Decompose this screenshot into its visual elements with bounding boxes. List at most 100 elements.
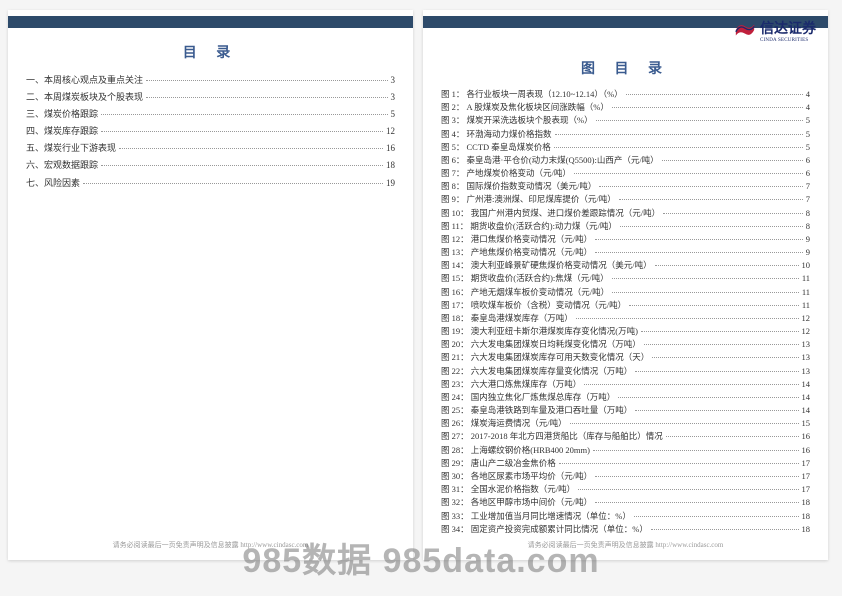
toc-dots <box>662 159 803 161</box>
toc-row: 图 33： 工业增加值当月同比增速情况（单位：%）18 <box>441 510 810 523</box>
toc-dots <box>612 277 799 279</box>
toc-label: 图 20： 六大发电集团煤炭日均耗煤变化情况（万吨） <box>441 338 641 351</box>
toc-label: 图 9： 广州港:澳洲煤、印尼煤库提价（元/吨） <box>441 193 616 206</box>
toc-page-number: 4 <box>806 88 810 101</box>
toc-label: 图 32： 各地区甲醇市场中间价（元/吨） <box>441 496 592 509</box>
toc-label: 图 26： 煤炭海运费情况（元/吨） <box>441 417 567 430</box>
toc-page-number: 4 <box>806 101 810 114</box>
toc-label: 图 23： 六大港口炼焦煤库存（万吨） <box>441 378 581 391</box>
toc-page-number: 14 <box>802 391 811 404</box>
toc-label: 图 12： 港口焦煤价格变动情况（元/吨） <box>441 233 592 246</box>
toc-label: 五、煤炭行业下游表现 <box>26 140 116 157</box>
toc-page-number: 17 <box>802 457 811 470</box>
toc-label: 图 11： 期货收盘价(活跃合约):动力煤（元/吨） <box>441 220 617 233</box>
toc-dots <box>629 304 799 306</box>
toc-page-number: 18 <box>386 157 395 174</box>
toc-row: 图 10： 我国广州港内贸煤、进口煤价差跟踪情况（元/吨）8 <box>441 207 810 220</box>
toc-page-number: 18 <box>802 510 811 523</box>
toc-label: 图 1： 各行业板块一周表现（12.10~12.14）（%） <box>441 88 623 101</box>
toc-page-number: 11 <box>802 272 810 285</box>
toc-page-number: 12 <box>802 312 811 325</box>
toc-row: 图 5： CCTD 秦皇岛煤炭价格5 <box>441 141 810 154</box>
toc-label: 图 2： A 股煤炭及焦化板块区间涨跌幅（%） <box>441 101 609 114</box>
toc-dots <box>595 475 798 477</box>
toc-dots <box>663 212 803 214</box>
toc-row: 图 25： 秦皇岛港铁路到车量及港口吞吐量（万吨）14 <box>441 404 810 417</box>
toc-row: 图 16： 产地无烟煤车板价变动情况（元/吨）11 <box>441 286 810 299</box>
toc-page-number: 17 <box>802 470 811 483</box>
toc-dots <box>620 225 803 227</box>
toc-row: 图 26： 煤炭海运费情况（元/吨）15 <box>441 417 810 430</box>
toc-row: 图 3： 煤炭开采洗选板块个股表现（%）5 <box>441 114 810 127</box>
toc-label: 图 7： 产地煤炭价格变动（元/吨） <box>441 167 571 180</box>
toc-label: 图 19： 澳大利亚纽卡斯尔港煤炭库存变化情况(万吨) <box>441 325 638 338</box>
toc-label: 图 4： 环渤海动力煤价格指数 <box>441 128 552 141</box>
figure-toc-list: 图 1： 各行业板块一周表现（12.10~12.14）（%）4图 2： A 股煤… <box>441 88 810 536</box>
toc-row: 图 19： 澳大利亚纽卡斯尔港煤炭库存变化情况(万吨) 12 <box>441 325 810 338</box>
toc-row: 图 7： 产地煤炭价格变动（元/吨）6 <box>441 167 810 180</box>
toc-dots <box>626 93 803 95</box>
toc-page-number: 14 <box>802 404 811 417</box>
toc-dots <box>146 96 387 98</box>
toc-page-number: 9 <box>806 246 810 259</box>
toc-row: 图 11： 期货收盘价(活跃合约):动力煤（元/吨）8 <box>441 220 810 233</box>
toc-label: 图 8： 国际煤价指数变动情况（美元/吨） <box>441 180 596 193</box>
toc-page-number: 19 <box>386 175 395 192</box>
toc-dots <box>554 146 803 148</box>
brand-sub: CINDA SECURITIES <box>760 38 816 43</box>
toc-dots <box>619 198 803 200</box>
toc-dots <box>635 409 798 411</box>
toc-dots <box>634 515 799 517</box>
toc-dots <box>666 435 799 437</box>
toc-row: 图 27： 2017-2018 年北方四港货船比（库存与船舶比）情况 16 <box>441 430 810 443</box>
toc-label: 图 24： 国内独立焦化厂炼焦煤总库存（万吨） <box>441 391 615 404</box>
toc-label: 图 22： 六大发电集团煤炭库存量变化情况（万吨） <box>441 365 632 378</box>
toc-page-number: 14 <box>802 378 811 391</box>
toc-label: 图 21： 六大发电集团煤炭库存可用天数变化情况（天） <box>441 351 649 364</box>
toc-label: 图 13： 产地焦煤价格变动情况（元/吨） <box>441 246 592 259</box>
toc-label: 图 6： 秦皇岛港·平仓价(动力末煤(Q5500):山西产（元/吨） <box>441 154 659 167</box>
toc-dots <box>593 449 799 451</box>
toc-label: 图 16： 产地无烟煤车板价变动情况（元/吨） <box>441 286 609 299</box>
toc-row: 图 9： 广州港:澳洲煤、印尼煤库提价（元/吨）7 <box>441 193 810 206</box>
toc-row: 图 1： 各行业板块一周表现（12.10~12.14）（%） 4 <box>441 88 810 101</box>
toc-page-number: 11 <box>802 299 810 312</box>
toc-row: 图 12： 港口焦煤价格变动情况（元/吨）9 <box>441 233 810 246</box>
toc-dots <box>652 356 798 358</box>
toc-label: 图 28： 上海螺纹钢价格(HRB400 20mm) <box>441 444 590 457</box>
toc-row: 四、煤炭库存跟踪12 <box>26 123 395 140</box>
toc-dots <box>83 182 383 184</box>
toc-page-number: 17 <box>802 483 811 496</box>
page-right: 信达证券 CINDA SECURITIES 图 目 录 图 1： 各行业板块一周… <box>423 10 828 560</box>
toc-label: 图 18： 秦皇岛港煤炭库存（万吨） <box>441 312 573 325</box>
toc-label: 二、本周煤炭板块及个股表现 <box>26 89 143 106</box>
toc-dots <box>119 147 383 149</box>
toc-row: 图 6： 秦皇岛港·平仓价(动力末煤(Q5500):山西产（元/吨） 6 <box>441 154 810 167</box>
toc-page-number: 16 <box>802 444 811 457</box>
toc-dots <box>595 501 798 503</box>
toc-row: 图 20： 六大发电集团煤炭日均耗煤变化情况（万吨）13 <box>441 338 810 351</box>
toc-dots <box>635 370 798 372</box>
toc-label: 图 27： 2017-2018 年北方四港货船比（库存与船舶比）情况 <box>441 430 663 443</box>
toc-row: 图 13： 产地焦煤价格变动情况（元/吨） 9 <box>441 246 810 259</box>
toc-dots <box>612 291 799 293</box>
logo-icon <box>734 19 756 43</box>
toc-page-number: 3 <box>391 72 396 89</box>
toc-label: 图 3： 煤炭开采洗选板块个股表现（%） <box>441 114 593 127</box>
toc-label: 六、宏观数据跟踪 <box>26 157 98 174</box>
toc-page-number: 6 <box>806 154 810 167</box>
toc-label: 三、煤炭价格跟踪 <box>26 106 98 123</box>
toc-dots <box>555 133 803 135</box>
toc-page-number: 16 <box>802 430 811 443</box>
toc-page-number: 12 <box>386 123 395 140</box>
toc-dots <box>559 462 799 464</box>
toc-page-number: 5 <box>806 128 810 141</box>
toc-title: 目 录 <box>26 42 395 62</box>
toc-dots <box>612 106 803 108</box>
toc-row: 图 2： A 股煤炭及焦化板块区间涨跌幅（%） 4 <box>441 101 810 114</box>
toc-row: 一、本周核心观点及重点关注3 <box>26 72 395 89</box>
toc-page-number: 16 <box>386 140 395 157</box>
toc-page-number: 13 <box>802 351 811 364</box>
toc-page-number: 12 <box>802 325 811 338</box>
toc-dots <box>570 422 799 424</box>
